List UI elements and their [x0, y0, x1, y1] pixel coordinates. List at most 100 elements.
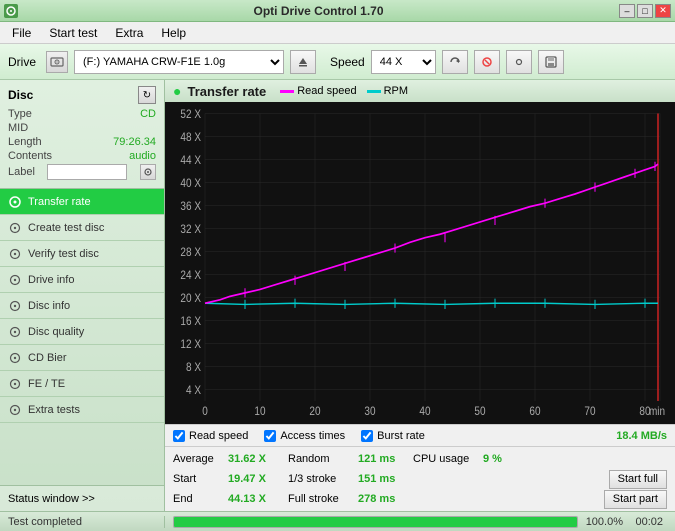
- disc-quality-icon: [8, 325, 22, 339]
- cd-bler-icon: [8, 351, 22, 365]
- chart-legend: Read speed RPM: [280, 85, 408, 97]
- legend-read-speed: Read speed: [280, 85, 356, 97]
- drive-icon: [46, 51, 68, 73]
- refresh-button[interactable]: [442, 50, 468, 74]
- svg-text:10: 10: [254, 405, 265, 418]
- menu-file[interactable]: File: [4, 24, 39, 42]
- nav-create-test-disc[interactable]: Create test disc: [0, 215, 164, 241]
- nav-extra-tests[interactable]: Extra tests: [0, 397, 164, 423]
- chart-area: 52 X 48 X 44 X 40 X 36 X 32 X 28 X 24 X …: [165, 102, 675, 424]
- nav-create-test-disc-label: Create test disc: [28, 222, 104, 234]
- speed-select[interactable]: 44 X: [371, 50, 436, 74]
- legend-rpm-label: RPM: [384, 85, 408, 97]
- status-text: Test completed: [0, 516, 165, 528]
- access-times-checkbox[interactable]: [264, 430, 276, 442]
- status-window-button[interactable]: Status window >>: [0, 485, 164, 511]
- chart-header: ● Transfer rate Read speed RPM: [165, 80, 675, 102]
- svg-text:0: 0: [202, 405, 208, 418]
- main-layout: Disc ↻ Type CD MID Length 79:26.34 Conte…: [0, 80, 675, 511]
- transfer-rate-icon: [8, 195, 22, 209]
- average-value: 31.62 X: [228, 453, 288, 465]
- disc-type-label: Type: [8, 108, 32, 120]
- save-button[interactable]: [538, 50, 564, 74]
- end-value: 44.13 X: [228, 493, 288, 505]
- nav-transfer-rate[interactable]: Transfer rate: [0, 189, 164, 215]
- nav-disc-info-label: Disc info: [28, 300, 70, 312]
- drive-select[interactable]: (F:) YAMAHA CRW-F1E 1.0g: [74, 50, 284, 74]
- menu-start-test[interactable]: Start test: [41, 24, 105, 42]
- verify-disc-icon: [8, 247, 22, 261]
- burst-rate-control-label: Burst rate: [377, 430, 425, 442]
- burst-rate-checkbox[interactable]: [361, 430, 373, 442]
- nav-disc-quality-label: Disc quality: [28, 326, 84, 338]
- stats-area: Average 31.62 X Random 121 ms CPU usage …: [165, 446, 675, 511]
- nav-disc-quality[interactable]: Disc quality: [0, 319, 164, 345]
- nav-drive-info-label: Drive info: [28, 274, 74, 286]
- nav-disc-info[interactable]: Disc info: [0, 293, 164, 319]
- stats-row-2: Start 19.47 X 1/3 stroke 151 ms Start fu…: [173, 469, 667, 489]
- start-part-button[interactable]: Start part: [604, 490, 667, 509]
- progress-section: 100.0% 00:02: [165, 516, 675, 528]
- disc-panel: Disc ↻ Type CD MID Length 79:26.34 Conte…: [0, 80, 164, 189]
- minimize-button[interactable]: –: [619, 4, 635, 18]
- svg-text:20 X: 20 X: [180, 292, 201, 305]
- nav-verify-test-disc-label: Verify test disc: [28, 248, 99, 260]
- svg-text:30: 30: [364, 405, 375, 418]
- svg-text:4 X: 4 X: [186, 384, 201, 397]
- sidebar: Disc ↻ Type CD MID Length 79:26.34 Conte…: [0, 80, 165, 511]
- menu-help[interactable]: Help: [153, 24, 194, 42]
- disc-length-label: Length: [8, 136, 42, 148]
- eject-button[interactable]: [290, 50, 316, 74]
- progress-percentage: 100.0%: [586, 516, 623, 528]
- legend-rpm: RPM: [367, 85, 408, 97]
- start-full-button[interactable]: Start full: [609, 470, 667, 489]
- legend-read-speed-color: [280, 90, 294, 93]
- svg-text:8 X: 8 X: [186, 361, 201, 374]
- disc-refresh-button[interactable]: ↻: [138, 86, 156, 104]
- stats-row-3: End 44.13 X Full stroke 278 ms Start par…: [173, 489, 667, 509]
- read-speed-checkbox[interactable]: [173, 430, 185, 442]
- random-value: 121 ms: [358, 453, 413, 465]
- menu-bar: File Start test Extra Help: [0, 22, 675, 44]
- cpu-usage-label: CPU usage: [413, 453, 483, 465]
- chart-controls: Read speed Access times Burst rate 18.4 …: [165, 424, 675, 446]
- svg-text:60: 60: [529, 405, 540, 418]
- menu-extra[interactable]: Extra: [107, 24, 151, 42]
- average-label: Average: [173, 453, 228, 465]
- window-title: Opti Drive Control 1.70: [18, 4, 619, 18]
- chart-svg: 52 X 48 X 44 X 40 X 36 X 32 X 28 X 24 X …: [165, 102, 675, 424]
- create-disc-icon: [8, 221, 22, 235]
- svg-text:48 X: 48 X: [180, 131, 201, 144]
- nav-fe-te[interactable]: FE / TE: [0, 371, 164, 397]
- label-edit-button[interactable]: [140, 164, 156, 180]
- app-icon: [4, 4, 18, 18]
- disc-length-value: 79:26.34: [113, 136, 156, 148]
- nav-drive-info[interactable]: Drive info: [0, 267, 164, 293]
- legend-rpm-color: [367, 90, 381, 93]
- stroke13-label: 1/3 stroke: [288, 473, 358, 485]
- svg-text:min: min: [649, 405, 665, 418]
- clear-button[interactable]: [474, 50, 500, 74]
- chart-icon: ●: [173, 83, 181, 99]
- nav-cd-bler[interactable]: CD Bier: [0, 345, 164, 371]
- read-speed-control-label: Read speed: [189, 430, 248, 442]
- svg-text:28 X: 28 X: [180, 246, 201, 259]
- close-button[interactable]: ✕: [655, 4, 671, 18]
- drive-info-icon: [8, 273, 22, 287]
- svg-text:20: 20: [309, 405, 320, 418]
- disc-label-input[interactable]: [47, 164, 127, 180]
- read-speed-checkbox-group: Read speed: [173, 430, 248, 442]
- speed-label: Speed: [330, 55, 365, 69]
- disc-info-icon: [8, 299, 22, 313]
- progress-bar-background: [173, 516, 578, 528]
- fe-te-icon: [8, 377, 22, 391]
- nav-verify-test-disc[interactable]: Verify test disc: [0, 241, 164, 267]
- access-times-checkbox-group: Access times: [264, 430, 345, 442]
- burst-rate-value: 18.4 MB/s: [616, 430, 667, 442]
- stats-row-1: Average 31.62 X Random 121 ms CPU usage …: [173, 449, 667, 469]
- maximize-button[interactable]: □: [637, 4, 653, 18]
- settings-button[interactable]: [506, 50, 532, 74]
- nav-extra-tests-label: Extra tests: [28, 404, 80, 416]
- svg-text:24 X: 24 X: [180, 269, 201, 282]
- svg-text:44 X: 44 X: [180, 154, 201, 167]
